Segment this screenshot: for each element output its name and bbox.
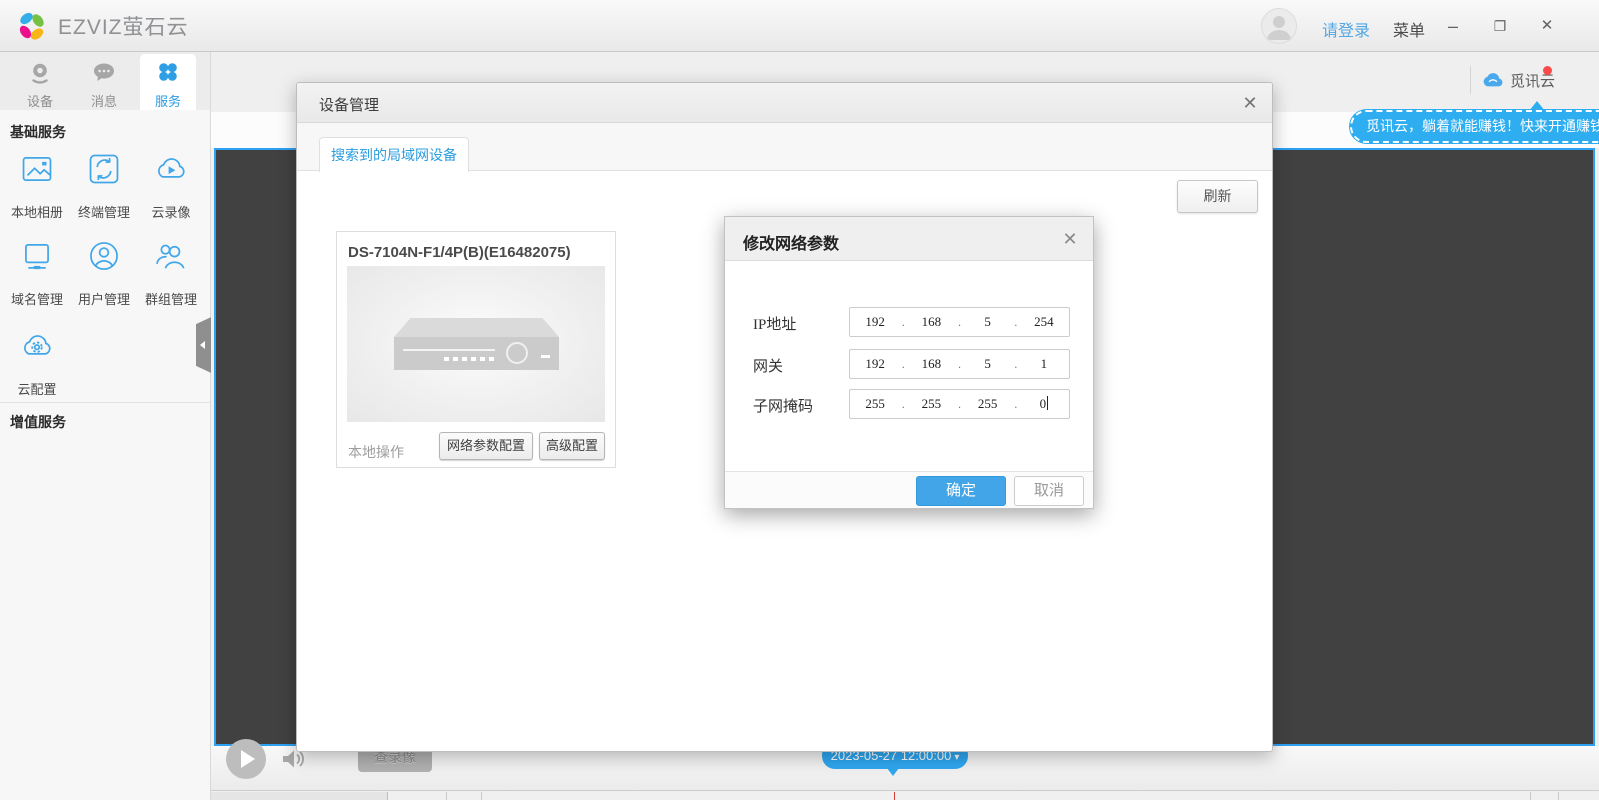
device-card: DS-7104N-F1/4P(B)(E16482075) [336,231,616,468]
sidebar-item-domain-mgmt[interactable]: 域名管理 [6,237,68,308]
sidebar-item-label: 本地相册 [6,202,68,221]
gateway-row: 网关 192.168.5.1 [725,349,1093,379]
sidebar-item-label: 用户管理 [73,289,135,308]
tab-message-label: 消息 [76,91,132,110]
timeline-tick [1558,792,1559,800]
chat-bubble-icon [92,60,116,84]
sidebar-item-cloud-record[interactable]: 云录像 [140,150,202,221]
refresh-button[interactable]: 刷新 [1177,180,1258,213]
monitor-icon [18,237,56,275]
app-logo: EZVIZ萤石云 [16,10,189,42]
dialog-tabbar: 搜索到的局域网设备 [297,123,1272,171]
terminal-sync-icon [85,150,123,188]
sidebar-collapse-handle[interactable] [196,316,211,374]
modal-title: 修改网络参数 [743,230,839,254]
play-button[interactable] [226,739,266,779]
timeline-ruler[interactable] [211,790,1599,800]
cloud-gear-icon [18,327,56,365]
section-basic-services: 基础服务 [10,122,66,142]
ip-address-label: IP地址 [753,313,845,334]
notification-dot [1543,66,1552,75]
network-config-button[interactable]: 网络参数配置 [439,432,533,460]
gateway-label: 网关 [753,355,845,376]
close-modal-icon[interactable]: ✕ [1059,228,1081,250]
timestamp-pointer [887,768,899,776]
sidebar-item-terminal-mgmt[interactable]: 终端管理 [73,150,135,221]
photo-album-icon [18,150,56,188]
caret-down-icon: ▾ [954,752,959,763]
ip-address-row: IP地址 192.168.5.254 [725,307,1093,337]
menu-link[interactable]: 菜单 [1393,17,1425,41]
ip-address-input[interactable]: 192.168.5.254 [849,307,1070,337]
sidebar-item-label: 域名管理 [6,289,68,308]
subnet-octet-focused[interactable]: 0 [1019,396,1069,412]
avatar[interactable] [1261,8,1297,44]
modal-footer: 确定 取消 [725,471,1093,508]
dialog-title: 设备管理 [319,94,379,115]
promo-bubble[interactable]: 觅讯云，躺着就能赚钱！快来开通赚钱！ [1350,110,1599,143]
advanced-config-button[interactable]: 高级配置 [539,432,605,460]
tab-service-active[interactable]: 服务 [140,54,196,110]
text-cursor [1047,396,1048,410]
user-icon [85,237,123,275]
subnet-mask-label: 子网掩码 [753,395,845,416]
group-icon [152,237,190,275]
subnet-mask-input[interactable]: 255.255.255.0 [849,389,1070,419]
webcam-icon [28,60,52,84]
minimize-icon[interactable]: – [1440,14,1466,38]
network-params-modal: 修改网络参数 ✕ IP地址 192.168.5.254 网关 192.168.5… [724,216,1094,509]
close-dialog-icon[interactable]: ✕ [1239,92,1261,114]
sidebar-item-label: 终端管理 [73,202,135,221]
timeline-tick [1530,792,1531,800]
local-operation-label: 本地操作 [348,442,404,462]
sidebar-tabrow: 设备 消息 服务 [0,52,210,110]
nvr-illustration [394,318,559,370]
user-silhouette-icon [1262,9,1296,43]
sidebar-item-label: 群组管理 [140,289,202,308]
gateway-input[interactable]: 192.168.5.1 [849,349,1070,379]
cloud-play-icon [152,150,190,188]
close-window-icon[interactable]: ✕ [1534,14,1560,38]
ezviz-flower-icon [16,10,48,42]
brand-text: EZVIZ萤石云 [58,11,189,41]
sidebar-item-label: 云录像 [140,202,202,221]
timeline-playhead[interactable] [894,792,895,800]
ok-button[interactable]: 确定 [916,476,1006,506]
login-link[interactable]: 请登录 [1322,17,1370,41]
device-name: DS-7104N-F1/4P(B)(E16482075) [348,244,571,261]
sidebar: 设备 消息 服务 基础服务 [0,52,211,800]
sidebar-item-user-mgmt[interactable]: 用户管理 [73,237,135,308]
cloud-icon [1482,71,1504,89]
tab-device-label: 设备 [12,91,68,110]
sidebar-item-group-mgmt[interactable]: 群组管理 [140,237,202,308]
tab-service-label: 服务 [140,91,196,110]
device-image [347,266,605,422]
cancel-button[interactable]: 取消 [1014,476,1084,506]
toolbar-separator [1470,66,1471,94]
timeline-tick [481,792,482,800]
subnet-mask-row: 子网掩码 255.255.255.0 [725,389,1093,419]
tab-device[interactable]: 设备 [12,54,68,110]
maximize-icon[interactable]: ❐ [1487,14,1513,38]
section-value-services: 增值服务 [10,412,66,432]
sidebar-divider [0,402,210,403]
titlebar: EZVIZ萤石云 请登录 菜单 – ❐ ✕ [0,0,1599,52]
sidebar-item-cloud-config[interactable]: 云配置 [6,327,68,398]
timeline-tick [446,792,447,800]
modal-header[interactable]: 修改网络参数 ✕ [725,217,1093,261]
tab-message[interactable]: 消息 [76,54,132,110]
sidebar-item-local-album[interactable]: 本地相册 [6,150,68,221]
play-icon [241,750,255,768]
chevron-left-icon [200,341,205,349]
app-window: EZVIZ萤石云 请登录 菜单 – ❐ ✕ 设备 [0,0,1599,800]
tab-lan-devices[interactable]: 搜索到的局域网设备 [319,137,469,172]
sidebar-item-label: 云配置 [6,379,68,398]
service-clover-icon [156,60,180,84]
timeline-segment [211,792,388,800]
dialog-header[interactable]: 设备管理 ✕ [297,83,1272,123]
